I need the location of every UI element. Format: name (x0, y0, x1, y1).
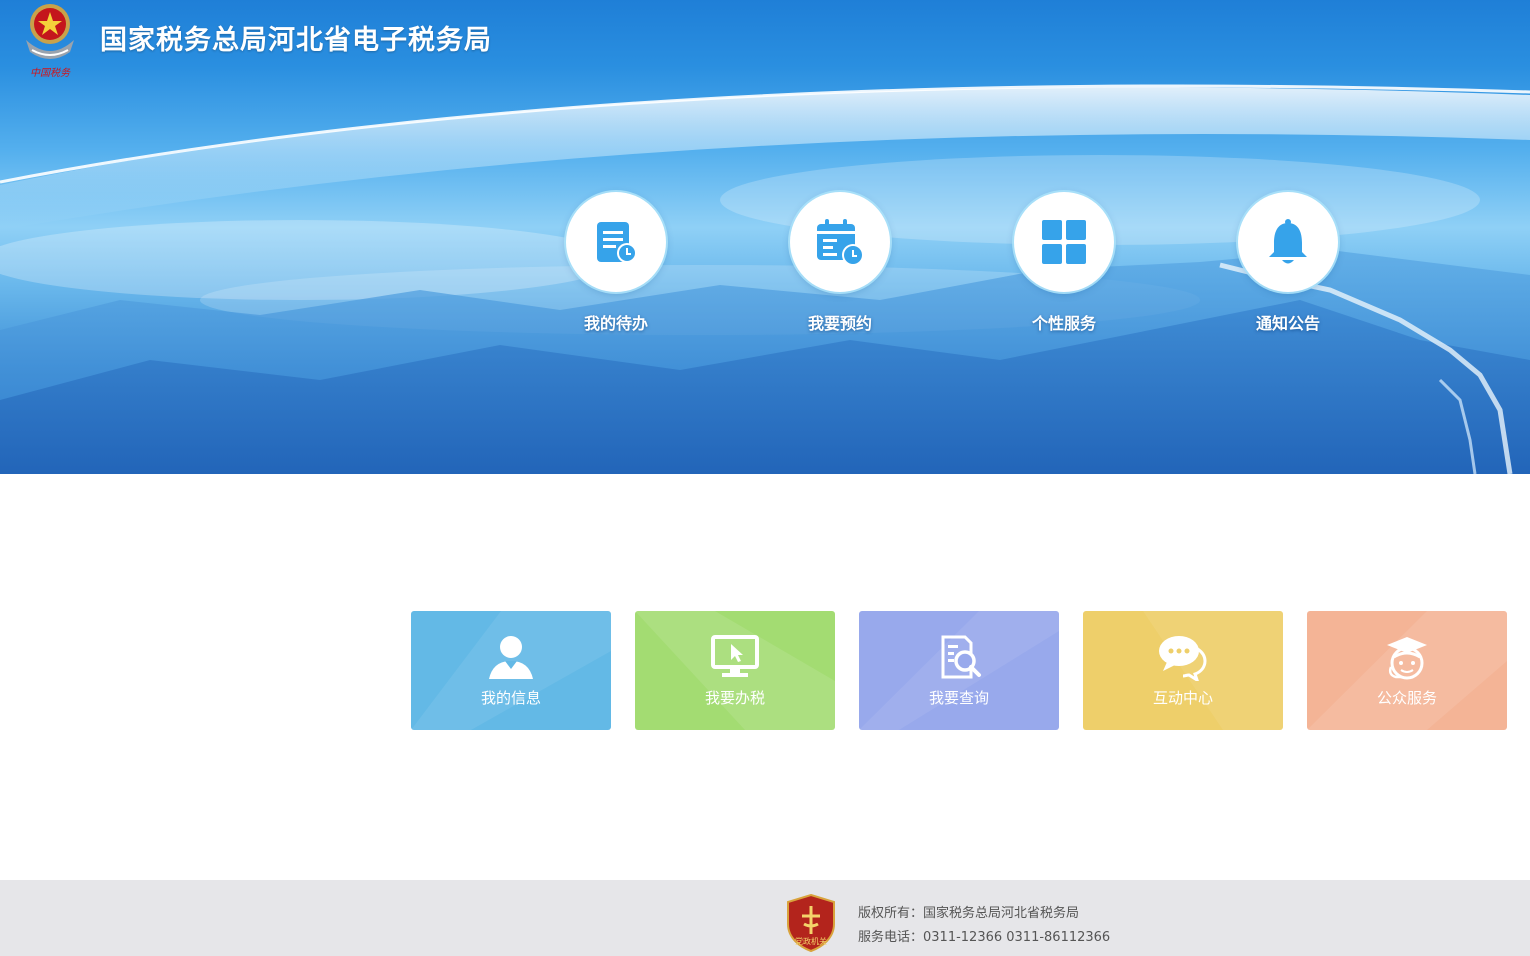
tax-emblem-logo: 中国税务 (26, 4, 74, 79)
quick-link-label: 通知公告 (1255, 314, 1320, 333)
tile-handle-tax[interactable]: 我要办税 (635, 611, 835, 730)
footer-phone: 服务电话：0311-12366 0311-86112366 (858, 930, 1111, 945)
appointment-icon-circle (790, 192, 890, 292)
tile-public-service[interactable]: 公众服务 (1307, 611, 1507, 730)
quick-link-todo[interactable]: 我的待办 (546, 192, 686, 342)
quick-link-label: 个性服务 (1031, 314, 1096, 333)
tile-query[interactable]: 我要查询 (859, 611, 1059, 730)
quick-link-appointment[interactable]: 我要预约 (770, 192, 910, 342)
tile-label: 我要办税 (704, 689, 765, 707)
tile-label: 我要查询 (928, 689, 989, 707)
personal-service-icon-circle (1014, 192, 1114, 292)
document-search-icon (941, 635, 981, 679)
quick-link-notice[interactable]: 通知公告 (1218, 192, 1358, 342)
tile-label: 互动中心 (1152, 689, 1213, 707)
tile-label: 公众服务 (1376, 689, 1437, 707)
calendar-clock-icon (817, 219, 864, 266)
footer-copyright: 版权所有：国家税务总局河北省税务局 (858, 906, 1080, 921)
hero-banner: 中国税务 国家税务总局河北省电子税务局 我的待办 我要预约 个性服务 通知公告 (0, 0, 1530, 474)
graduate-avatar-icon (1387, 637, 1427, 680)
user-icon (489, 636, 533, 679)
quick-link-label: 我的待办 (583, 314, 648, 333)
notice-icon-circle (1238, 192, 1338, 292)
chat-bubbles-icon (1159, 636, 1207, 681)
bell-icon (1269, 219, 1307, 264)
grid-icon (1042, 220, 1086, 264)
party-government-badge-icon[interactable]: 党政机关 (786, 894, 836, 952)
badge-text: 党政机关 (795, 936, 827, 946)
tile-my-info[interactable]: 我的信息 (411, 611, 611, 730)
quick-link-personal-service[interactable]: 个性服务 (994, 192, 1134, 342)
monitor-cursor-icon (711, 635, 759, 677)
logo-text: 中国税务 (30, 67, 71, 79)
todo-icon-circle (566, 192, 666, 292)
todo-list-icon (597, 222, 637, 263)
quick-link-label: 我要预约 (807, 314, 872, 333)
site-title: 国家税务总局河北省电子税务局 (100, 25, 492, 56)
footer: 党政机关 版权所有：国家税务总局河北省税务局 服务电话：0311-12366 0… (0, 880, 1530, 956)
tile-interaction-center[interactable]: 互动中心 (1083, 611, 1283, 730)
tile-label: 我的信息 (480, 689, 541, 707)
